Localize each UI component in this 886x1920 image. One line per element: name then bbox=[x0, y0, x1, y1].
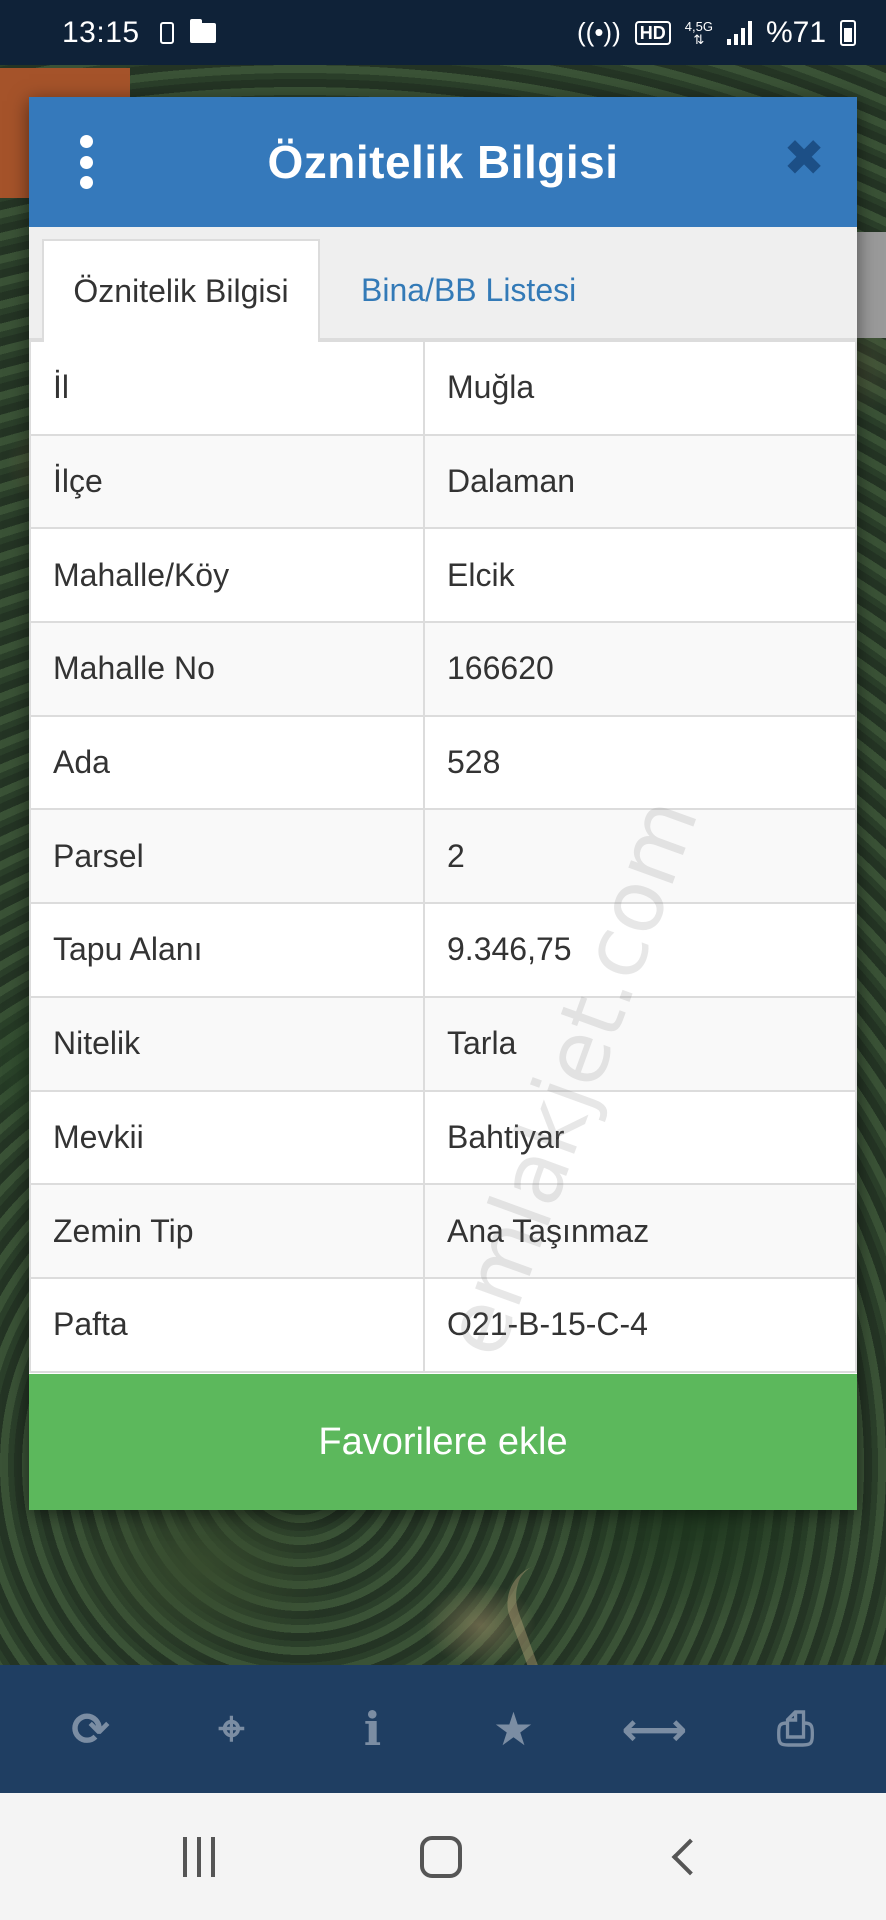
table-row: Tapu Alanı 9.346,75 bbox=[29, 902, 857, 998]
map-toolbar: ⟳ ⌖ i ★ ⟷ ⎙ bbox=[0, 1665, 886, 1793]
dialog-header: Öznitelik Bilgisi ✖ bbox=[29, 97, 857, 227]
attribute-value: O21-B-15-C-4 bbox=[423, 1276, 857, 1373]
attribute-value: Tarla bbox=[423, 995, 857, 1092]
star-icon[interactable]: ★ bbox=[474, 1689, 554, 1769]
tab-bar: Öznitelik Bilgisi Bina/BB Listesi bbox=[29, 227, 857, 342]
table-row: Mahalle No 166620 bbox=[29, 621, 857, 717]
attribute-key: Pafta bbox=[29, 1276, 425, 1373]
attribute-value: Ana Taşınmaz bbox=[423, 1183, 857, 1279]
attribute-value: 2 bbox=[423, 808, 857, 905]
close-icon[interactable]: ✖ bbox=[783, 133, 825, 183]
table-row: Parsel 2 bbox=[29, 808, 857, 905]
hd-voice-icon: HD bbox=[634, 20, 671, 45]
attribute-key: İl bbox=[29, 340, 425, 436]
attribute-key: Mevkii bbox=[29, 1089, 425, 1186]
attribute-key: Parsel bbox=[29, 808, 425, 905]
phone-icon bbox=[159, 21, 174, 44]
attribute-value: Muğla bbox=[423, 340, 857, 436]
attribute-key: Mahalle No bbox=[29, 621, 425, 717]
recent-apps-icon[interactable] bbox=[182, 1836, 215, 1877]
dialog-title: Öznitelik Bilgisi bbox=[267, 136, 619, 188]
locate-icon[interactable]: ⌖ bbox=[192, 1689, 272, 1769]
attribute-key: Zemin Tip bbox=[29, 1183, 425, 1279]
side-panel-handle[interactable] bbox=[852, 232, 886, 338]
table-row: Pafta O21-B-15-C-4 bbox=[29, 1276, 857, 1373]
table-row: Ada 528 bbox=[29, 714, 857, 811]
battery-icon bbox=[840, 19, 856, 46]
attribute-value: 528 bbox=[423, 714, 857, 811]
attribute-table: İl Muğla İlçe Dalaman Mahalle/Köy Elcik Mah… bbox=[29, 340, 857, 1373]
attribute-key: Tapu Alanı bbox=[29, 902, 425, 998]
add-to-favorites-button[interactable]: Favorilere ekle bbox=[29, 1374, 857, 1510]
measure-icon[interactable]: ⟷ bbox=[615, 1689, 695, 1769]
tab-building-list[interactable]: Bina/BB Listesi bbox=[339, 239, 598, 342]
status-time: 13:15 bbox=[62, 15, 140, 49]
attribute-info-dialog: Öznitelik Bilgisi ✖ Öznitelik Bilgisi Bi… bbox=[29, 97, 857, 1510]
table-row: İlçe Dalaman bbox=[29, 433, 857, 530]
attribute-value: Bahtiyar bbox=[423, 1089, 857, 1186]
table-row: Mahalle/Köy Elcik bbox=[29, 527, 857, 624]
print-icon[interactable]: ⎙ bbox=[756, 1689, 836, 1769]
folder-icon bbox=[189, 18, 216, 43]
attribute-key: Ada bbox=[29, 714, 425, 811]
home-icon[interactable] bbox=[419, 1835, 462, 1878]
attribute-value: Elcik bbox=[423, 527, 857, 624]
table-row: İl Muğla bbox=[29, 340, 857, 436]
attribute-key: Nitelik bbox=[29, 995, 425, 1092]
attribute-value: Dalaman bbox=[423, 433, 857, 530]
battery-percent: %71 bbox=[765, 15, 826, 49]
attribute-value: 166620 bbox=[423, 621, 857, 717]
tab-attribute-info[interactable]: Öznitelik Bilgisi bbox=[42, 239, 320, 342]
status-bar: 13:15 ((•)) HD 4,5G ⇅ %71 bbox=[0, 0, 886, 65]
signal-icon bbox=[726, 20, 752, 45]
table-row: Mevkii Bahtiyar bbox=[29, 1089, 857, 1186]
system-nav-bar bbox=[0, 1793, 886, 1920]
network-icon: 4,5G ⇅ bbox=[684, 18, 713, 47]
table-row: Zemin Tip Ana Taşınmaz bbox=[29, 1183, 857, 1279]
refresh-icon[interactable]: ⟳ bbox=[51, 1689, 131, 1769]
table-row: Nitelik Tarla bbox=[29, 995, 857, 1092]
attribute-key: Mahalle/Köy bbox=[29, 527, 425, 624]
attribute-key: İlçe bbox=[29, 433, 425, 530]
attribute-value: 9.346,75 bbox=[423, 902, 857, 998]
back-icon[interactable] bbox=[671, 1838, 709, 1875]
info-icon[interactable]: i bbox=[333, 1689, 413, 1769]
hotspot-icon: ((•)) bbox=[577, 17, 621, 47]
vertical-dots-icon[interactable] bbox=[79, 135, 93, 189]
